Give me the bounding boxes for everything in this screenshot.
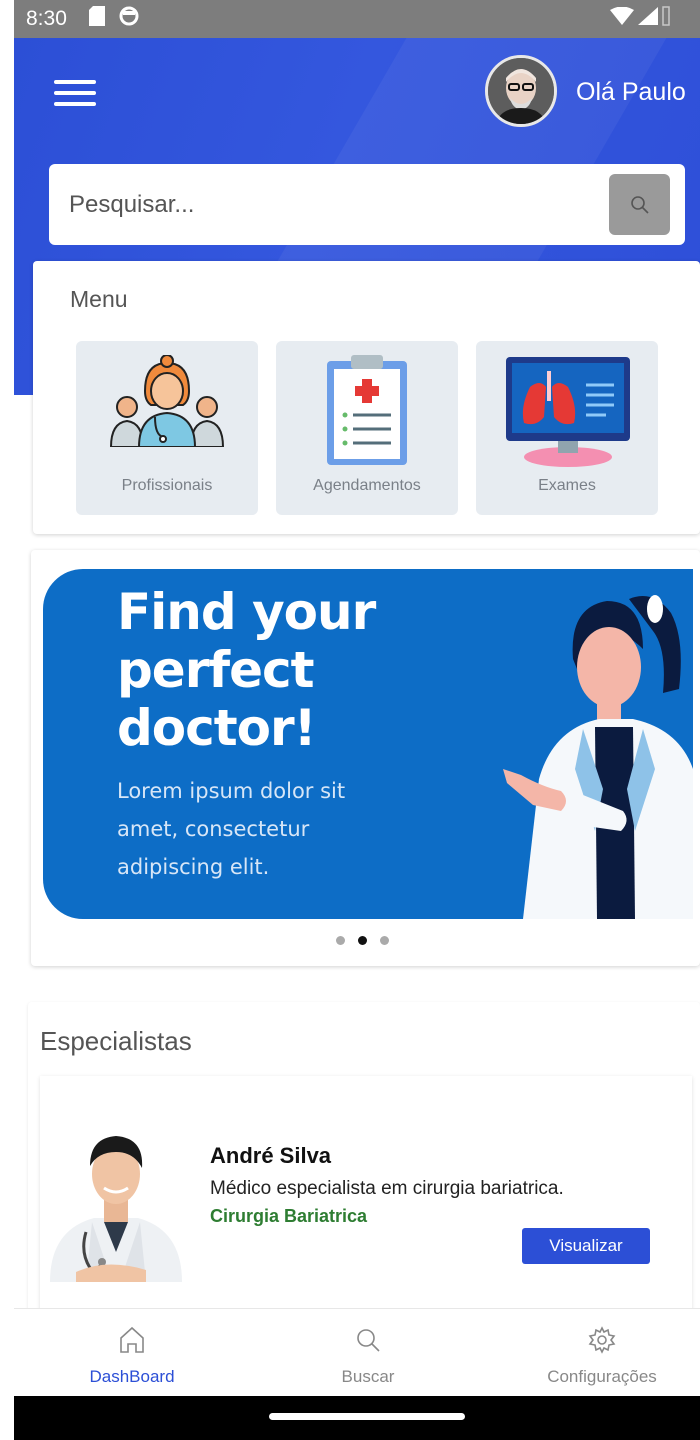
search-button[interactable] [609, 174, 670, 235]
wifi-icon [610, 6, 634, 31]
user-avatar[interactable] [485, 55, 557, 127]
doctor-illustration [503, 595, 693, 919]
bottom-navigation: DashBoard Buscar Configurações [14, 1308, 700, 1396]
specialist-specialty: Cirurgia Bariatrica [210, 1206, 368, 1226]
specialist-description: Médico especialista em cirurgia bariatri… [210, 1178, 564, 1199]
nav-label: Buscar [341, 1367, 395, 1386]
specialist-card[interactable]: André Silva Médico especialista em cirur… [40, 1076, 692, 1316]
specialists-title: Especialistas [40, 1026, 192, 1056]
user-greeting: Olá Paulo [576, 78, 686, 106]
banner-slide[interactable]: Find your perfect doctor! Lorem ipsum do… [43, 569, 693, 919]
lungs-monitor-icon [506, 357, 630, 467]
nav-label: Configurações [547, 1367, 657, 1386]
carousel-indicators [336, 936, 389, 945]
menu-hamburger-icon[interactable] [54, 78, 98, 108]
banner-title: Find your perfect doctor! [117, 583, 376, 757]
status-time: 8:30 [26, 7, 67, 30]
menu-tile-agendamentos[interactable]: Agendamentos [276, 341, 458, 515]
status-bar: 8:30 [14, 0, 700, 38]
home-icon [120, 1326, 144, 1353]
system-gesture-bar [14, 1396, 700, 1440]
circle-notification-icon [119, 6, 139, 32]
specialist-name: André Silva [210, 1143, 332, 1168]
menu-tile-profissionais[interactable]: Profissionais [76, 341, 258, 515]
menu-card: Menu Profissionais Agendamentos Exames [33, 261, 700, 534]
menu-tile-label: Exames [538, 477, 596, 494]
clipboard-icon [327, 355, 407, 465]
screen-edge [0, 0, 14, 1440]
carousel-dot-2[interactable] [358, 936, 367, 945]
menu-tile-label: Agendamentos [313, 477, 421, 494]
battery-icon [662, 6, 670, 32]
nav-search[interactable]: Buscar [308, 1309, 428, 1397]
view-specialist-button[interactable]: Visualizar [522, 1228, 650, 1264]
nav-label: DashBoard [89, 1367, 175, 1386]
carousel-dot-3[interactable] [380, 936, 389, 945]
menu-title: Menu [70, 286, 128, 312]
doctors-group-icon [109, 355, 225, 447]
search-icon [630, 195, 649, 214]
menu-tile-exames[interactable]: Exames [476, 341, 658, 515]
banner-carousel[interactable]: Find your perfect doctor! Lorem ipsum do… [31, 550, 700, 966]
nav-settings[interactable]: Configurações [532, 1309, 672, 1397]
carousel-dot-1[interactable] [336, 936, 345, 945]
gear-icon [588, 1326, 616, 1354]
specialists-section: Especialistas André Silva Médico especia… [28, 1002, 700, 1322]
nav-dashboard[interactable]: DashBoard [72, 1309, 192, 1397]
search-input[interactable] [49, 164, 599, 245]
sd-card-icon [88, 6, 105, 32]
menu-tile-label: Profissionais [121, 477, 213, 494]
signal-icon [638, 7, 658, 31]
banner-text: Lorem ipsum dolor sit amet, consectetur … [117, 779, 346, 879]
doctor-photo [46, 1122, 186, 1282]
search-bar [49, 164, 685, 245]
home-gesture-handle[interactable] [269, 1413, 465, 1420]
search-icon [357, 1329, 380, 1352]
